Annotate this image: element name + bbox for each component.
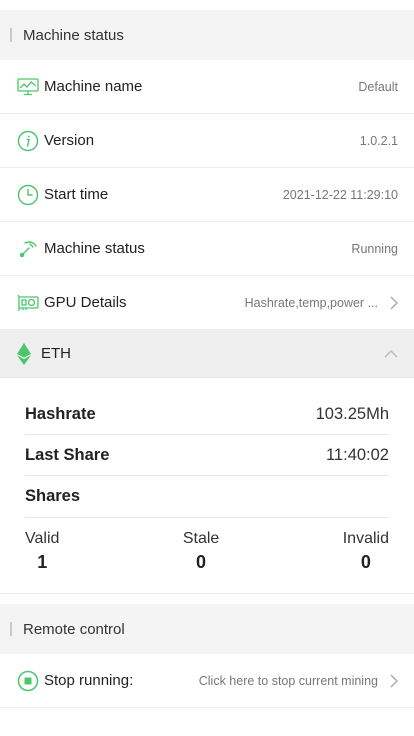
stop-running-label: Stop running: bbox=[44, 672, 134, 689]
version-row: Version 1.0.2.1 bbox=[0, 114, 414, 168]
machine-status-header: Machine status bbox=[0, 10, 414, 60]
remote-control-title: Remote control bbox=[23, 620, 125, 638]
stop-running-hint: Click here to stop current mining bbox=[198, 673, 378, 688]
gpu-details-value: Hashrate,temp,power ... bbox=[244, 295, 378, 310]
stop-icon bbox=[17, 670, 39, 692]
machine-name-label: Machine name bbox=[44, 78, 143, 95]
shares-stale-count: 0 bbox=[196, 552, 207, 572]
start-time-label: Start time bbox=[44, 186, 109, 203]
section-gap bbox=[0, 594, 414, 604]
chevron-right-icon bbox=[386, 296, 398, 310]
version-value: 1.0.2.1 bbox=[359, 133, 398, 148]
gpu-details-row[interactable]: GPU Details Hashrate,temp,power ... bbox=[0, 276, 414, 330]
last-share-value: 11:40:02 bbox=[325, 445, 389, 464]
clock-icon bbox=[17, 184, 39, 206]
shares-title: Shares bbox=[25, 476, 389, 518]
section-marker bbox=[10, 622, 12, 636]
monitor-icon bbox=[17, 76, 39, 98]
last-share-row: Last Share 11:40:02 bbox=[25, 435, 389, 476]
shares-valid-label: Valid bbox=[25, 530, 60, 547]
info-icon bbox=[17, 130, 39, 152]
gpu-details-label: GPU Details bbox=[44, 294, 127, 311]
start-time-value: 2021-12-22 11:29:10 bbox=[282, 187, 398, 202]
machine-status-row: Machine status Running bbox=[0, 222, 414, 276]
section-marker bbox=[10, 28, 12, 42]
machine-name-row: Machine name Default bbox=[0, 60, 414, 114]
shares-invalid-label: Invalid bbox=[342, 530, 389, 547]
coin-header[interactable]: ETH bbox=[0, 330, 414, 378]
coin-name: ETH bbox=[41, 345, 71, 362]
pickaxe-icon bbox=[17, 238, 39, 260]
shares-valid-count: 1 bbox=[37, 552, 48, 572]
last-share-label: Last Share bbox=[25, 445, 110, 464]
ethereum-icon bbox=[17, 342, 33, 365]
chevron-right-icon bbox=[386, 674, 398, 688]
hashrate-row: Hashrate 103.25Mh bbox=[25, 394, 389, 435]
shares-invalid: Invalid 0 bbox=[343, 530, 389, 573]
shares-grid: Valid 1 Stale 0 Invalid 0 bbox=[25, 518, 389, 573]
machine-status-label: Machine status bbox=[44, 240, 145, 257]
machine-name-value: Default bbox=[358, 79, 398, 94]
stop-running-row[interactable]: Stop running: Click here to stop current… bbox=[0, 654, 414, 708]
hashrate-value: 103.25Mh bbox=[315, 404, 389, 423]
machine-status-title: Machine status bbox=[23, 26, 124, 44]
shares-invalid-count: 0 bbox=[360, 552, 371, 572]
remote-control-header: Remote control bbox=[0, 604, 414, 654]
start-time-row: Start time 2021-12-22 11:29:10 bbox=[0, 168, 414, 222]
shares-valid: Valid 1 bbox=[25, 530, 59, 573]
machine-status-value: Running bbox=[351, 241, 398, 256]
shares-stale: Stale 0 bbox=[183, 530, 219, 573]
chevron-up-icon[interactable] bbox=[384, 345, 398, 363]
version-label: Version bbox=[44, 132, 95, 149]
shares-stale-label: Stale bbox=[182, 530, 220, 547]
gpu-icon bbox=[17, 292, 39, 314]
hashrate-label: Hashrate bbox=[25, 404, 96, 423]
coin-details: Hashrate 103.25Mh Last Share 11:40:02 Sh… bbox=[0, 378, 414, 594]
